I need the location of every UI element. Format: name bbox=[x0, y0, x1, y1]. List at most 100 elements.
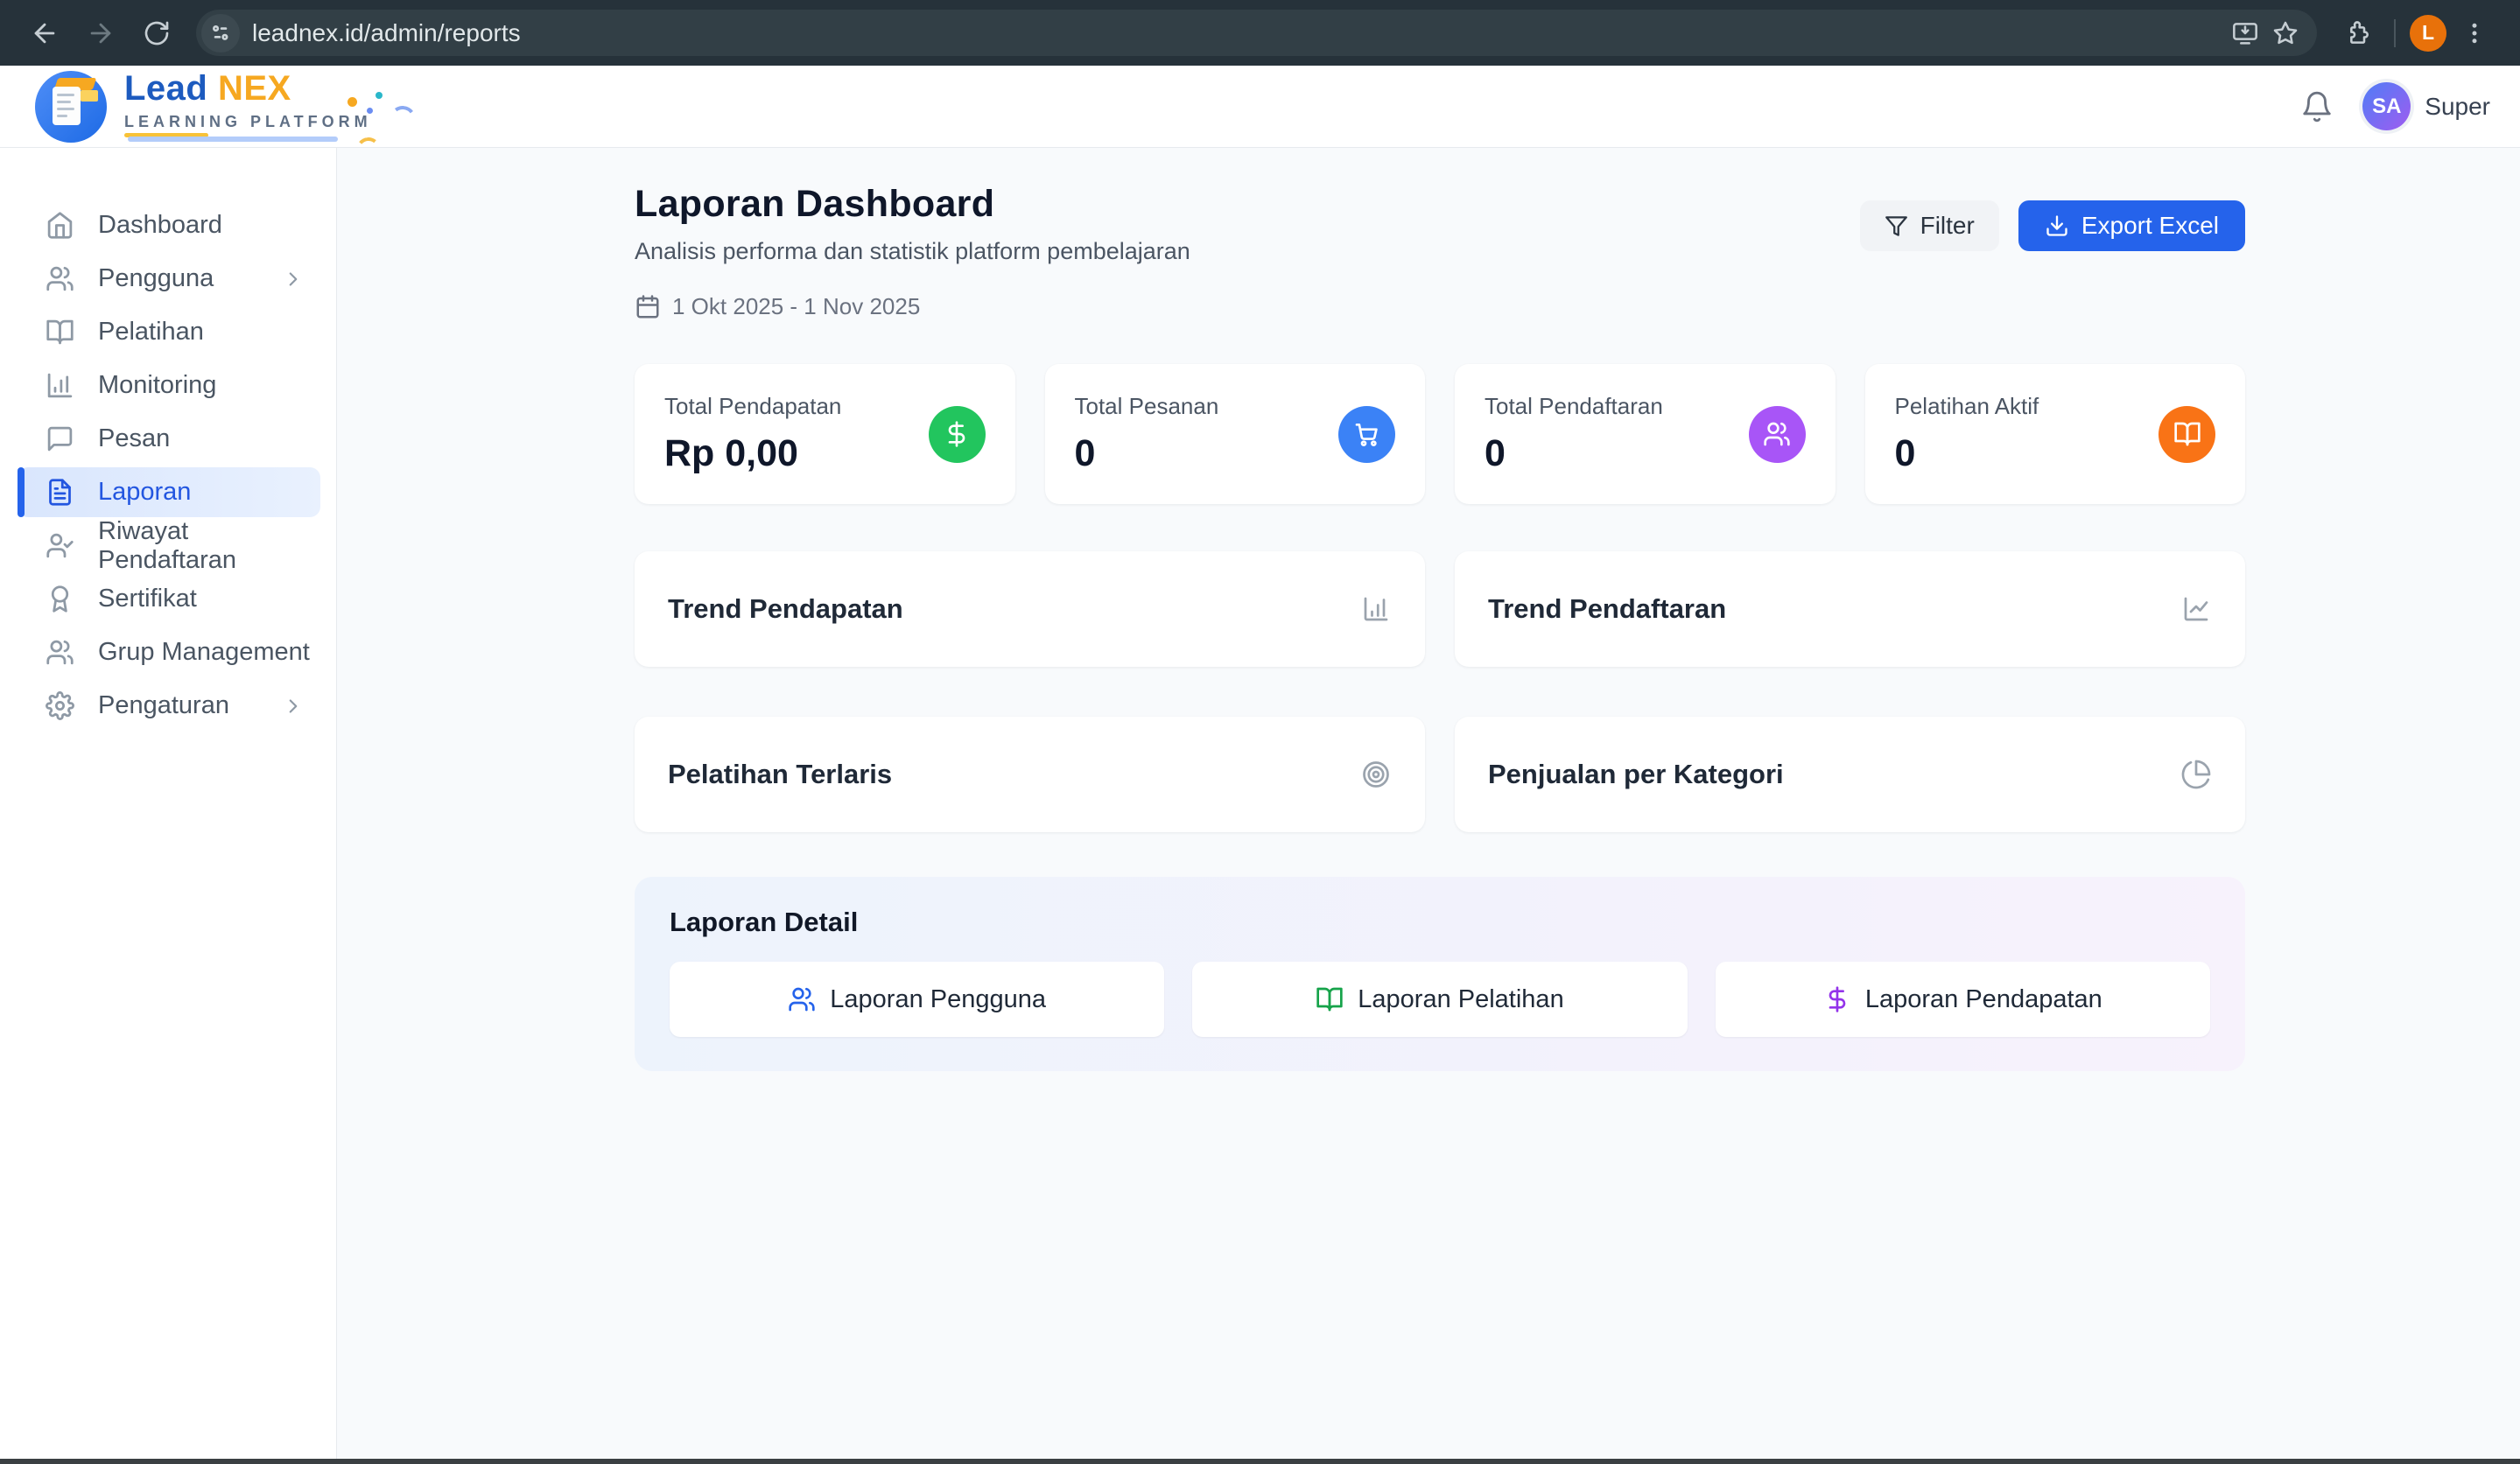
chart-card-trend-pendapatan: Trend Pendapatan bbox=[635, 551, 1425, 667]
date-range: 1 Okt 2025 - 1 Nov 2025 bbox=[635, 293, 1190, 320]
bookmark-star-icon bbox=[2271, 19, 2299, 47]
laporan-pelatihan-button[interactable]: Laporan Pelatihan bbox=[1192, 962, 1687, 1037]
chevron-right-icon bbox=[282, 695, 305, 718]
chart-title: Trend Pendaftaran bbox=[1488, 593, 1726, 625]
sidebar-item-monitoring[interactable]: Monitoring bbox=[18, 361, 320, 410]
sidebar-item-riwayat-pendaftaran[interactable]: Riwayat Pendaftaran bbox=[18, 521, 320, 571]
toolbar-divider bbox=[2394, 19, 2396, 47]
line-chart-icon bbox=[2180, 593, 2212, 625]
sidebar-item-pengguna[interactable]: Pengguna bbox=[18, 254, 320, 304]
browser-forward-button[interactable] bbox=[75, 8, 126, 59]
stat-card-total-pendapatan: Total Pendapatan Rp 0,00 bbox=[635, 364, 1015, 504]
site-settings-icon bbox=[209, 22, 232, 45]
avatar[interactable]: SA bbox=[2362, 82, 2411, 130]
export-excel-button[interactable]: Export Excel bbox=[2018, 200, 2245, 251]
extensions-puzzle-icon bbox=[2343, 19, 2371, 47]
sidebar-item-grup-management[interactable]: Grup Management bbox=[18, 627, 320, 677]
sidebar-item-label: Dashboard bbox=[98, 211, 222, 240]
filter-button-label: Filter bbox=[1920, 212, 1975, 240]
stat-card-pelatihan-aktif: Pelatihan Aktif 0 bbox=[1865, 364, 2246, 504]
install-app-button[interactable] bbox=[2231, 19, 2259, 47]
users-icon bbox=[46, 264, 74, 293]
date-range-text: 1 Okt 2025 - 1 Nov 2025 bbox=[672, 293, 920, 320]
book-open-icon bbox=[2173, 420, 2201, 448]
sidebar-item-label: Sertifikat bbox=[98, 585, 197, 613]
address-bar[interactable]: leadnex.id/admin/reports bbox=[196, 10, 2317, 56]
url-text[interactable]: leadnex.id/admin/reports bbox=[252, 19, 2219, 47]
site-settings-button[interactable] bbox=[201, 14, 240, 53]
browser-toolbar: leadnex.id/admin/reports L bbox=[0, 0, 2520, 66]
detail-button-label: Laporan Pengguna bbox=[830, 985, 1046, 1014]
user-menu[interactable]: SA Super bbox=[2362, 82, 2490, 130]
sidebar-item-label: Pengguna bbox=[98, 264, 214, 293]
sidebar-item-label: Pelatihan bbox=[98, 318, 204, 347]
bookmark-button[interactable] bbox=[2271, 19, 2299, 47]
chart-card-trend-pendaftaran: Trend Pendaftaran bbox=[1455, 551, 2245, 667]
notifications-button[interactable] bbox=[2296, 86, 2338, 128]
download-icon bbox=[2045, 214, 2069, 238]
book-open-icon bbox=[1316, 985, 1344, 1013]
forward-arrow-icon bbox=[86, 18, 116, 48]
browser-menu-button[interactable] bbox=[2452, 11, 2497, 56]
sidebar-item-laporan[interactable]: Laporan bbox=[18, 467, 320, 517]
users-icon bbox=[788, 985, 816, 1013]
stat-value: 0 bbox=[1485, 432, 1663, 475]
book-open-icon bbox=[46, 318, 74, 347]
detail-button-label: Laporan Pendapatan bbox=[1865, 985, 2102, 1014]
chart-title: Pelatihan Terlaris bbox=[668, 759, 892, 790]
chart-title: Trend Pendapatan bbox=[668, 593, 903, 625]
chart-card-pelatihan-terlaris: Pelatihan Terlaris bbox=[635, 717, 1425, 832]
browser-profile-button[interactable]: L bbox=[2410, 15, 2446, 52]
dollar-icon bbox=[1823, 985, 1851, 1013]
message-icon bbox=[46, 424, 74, 453]
sidebar-item-pelatihan[interactable]: Pelatihan bbox=[18, 307, 320, 357]
user-check-icon bbox=[46, 531, 74, 560]
page-subtitle: Analisis performa dan statistik platform… bbox=[635, 238, 1190, 265]
column-chart-icon bbox=[1360, 593, 1392, 625]
laporan-detail-title: Laporan Detail bbox=[670, 907, 2210, 938]
browser-reload-button[interactable] bbox=[131, 8, 182, 59]
install-icon bbox=[2231, 19, 2259, 47]
cart-icon bbox=[1353, 420, 1381, 448]
chart-title: Penjualan per Kategori bbox=[1488, 759, 1784, 790]
extensions-button[interactable] bbox=[2334, 11, 2380, 56]
browser-back-button[interactable] bbox=[19, 8, 70, 59]
stat-label: Total Pesanan bbox=[1075, 393, 1219, 420]
filter-button[interactable]: Filter bbox=[1860, 200, 1999, 251]
brand-name: Lead NEX bbox=[124, 71, 372, 106]
target-icon bbox=[1360, 759, 1392, 790]
home-icon bbox=[46, 211, 74, 240]
stat-card-total-pendaftaran: Total Pendaftaran 0 bbox=[1455, 364, 1836, 504]
sidebar-item-pesan[interactable]: Pesan bbox=[18, 414, 320, 464]
chevron-right-icon bbox=[282, 268, 305, 291]
chart-card-penjualan-per-kategori: Penjualan per Kategori bbox=[1455, 717, 2245, 832]
stat-card-total-pesanan: Total Pesanan 0 bbox=[1045, 364, 1426, 504]
sidebar-item-pengaturan[interactable]: Pengaturan bbox=[18, 681, 320, 731]
sidebar-item-label: Pengaturan bbox=[98, 691, 229, 720]
brand-logo[interactable]: Lead NEX LEARNING PLATFORM bbox=[35, 71, 372, 143]
laporan-pengguna-button[interactable]: Laporan Pengguna bbox=[670, 962, 1164, 1037]
sidebar-item-label: Monitoring bbox=[98, 371, 216, 400]
menu-dots-icon bbox=[2461, 20, 2488, 46]
pie-chart-icon bbox=[2180, 759, 2212, 790]
reload-icon bbox=[143, 19, 171, 47]
calendar-icon bbox=[635, 294, 661, 320]
back-arrow-icon bbox=[30, 18, 60, 48]
detail-button-label: Laporan Pelatihan bbox=[1358, 985, 1563, 1014]
filter-funnel-icon bbox=[1885, 214, 1908, 238]
app-header: Lead NEX LEARNING PLATFORM SA Super bbox=[0, 66, 2520, 148]
export-button-label: Export Excel bbox=[2081, 212, 2219, 240]
dollar-icon bbox=[943, 420, 971, 448]
stat-label: Total Pendaftaran bbox=[1485, 393, 1663, 420]
sidebar-item-sertifikat[interactable]: Sertifikat bbox=[18, 574, 320, 624]
bell-icon bbox=[2300, 90, 2334, 123]
page-title: Laporan Dashboard bbox=[635, 183, 1190, 226]
laporan-pendapatan-button[interactable]: Laporan Pendapatan bbox=[1716, 962, 2210, 1037]
window-bottom-edge bbox=[0, 1459, 2520, 1464]
sidebar: Dashboard Pengguna Pelatihan Monitoring … bbox=[0, 148, 337, 1459]
brand-tagline: LEARNING PLATFORM bbox=[124, 114, 372, 130]
sidebar-item-dashboard[interactable]: Dashboard bbox=[18, 200, 320, 250]
main-content: Laporan Dashboard Analisis performa dan … bbox=[337, 148, 2520, 1459]
award-icon bbox=[46, 585, 74, 613]
stat-label: Total Pendapatan bbox=[664, 393, 841, 420]
